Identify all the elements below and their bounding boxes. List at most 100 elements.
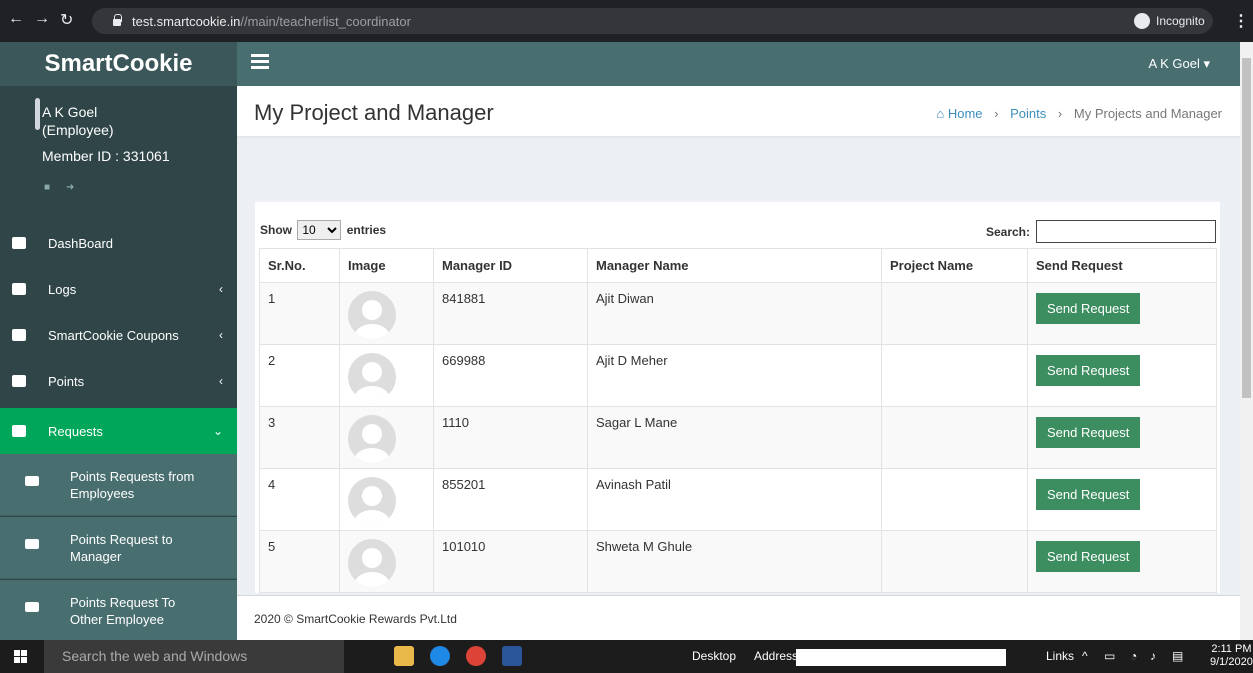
manager-table: Sr.No. Image Manager ID Manager Name Pro… <box>259 248 1217 593</box>
project-name-cell <box>881 530 1028 593</box>
table-search: Search: <box>986 220 1216 243</box>
logout-icon[interactable]: ➜ <box>66 182 74 193</box>
notifications-icon[interactable]: ▤ <box>1172 649 1183 663</box>
home-icon[interactable]: ⌂ <box>936 106 947 121</box>
list-icon <box>12 283 26 295</box>
scrollbar-thumb[interactable] <box>1242 58 1251 398</box>
column-header[interactable]: Project Name <box>881 248 1028 283</box>
page-title: My Project and Manager <box>254 100 494 125</box>
briefcase-icon <box>12 375 26 387</box>
volume-icon[interactable]: ♪ <box>1150 649 1156 663</box>
top-navbar: A K Goel ▾ <box>237 42 1240 86</box>
hamburger-menu-icon[interactable] <box>251 54 269 70</box>
search-input[interactable] <box>1036 220 1216 243</box>
copyright-text: 2020 © SmartCookie Rewards Pvt.Ltd <box>254 612 457 626</box>
manager-avatar <box>348 477 396 525</box>
sr-no-cell: 5 <box>259 530 340 593</box>
column-header[interactable]: Send Request <box>1027 248 1217 283</box>
taskbar-address-input[interactable] <box>796 649 1006 666</box>
links-toolbar-label[interactable]: Links <box>1046 649 1074 663</box>
manager-id-cell: 101010 <box>433 530 588 593</box>
sidebar-item-dashboard[interactable]: DashBoard <box>0 220 237 266</box>
sidebar-subitem-requests-from-employees[interactable]: Points Requests from Employees <box>0 454 237 516</box>
manager-name-cell: Shweta M Ghule <box>587 530 882 593</box>
sidebar: A K Goel (Employee) Member ID : 331061 ■… <box>0 86 237 640</box>
manager-avatar <box>348 415 396 463</box>
sr-no-cell: 2 <box>259 344 340 407</box>
table-row: 2 669988 Ajit D Meher Send Request <box>259 344 1217 407</box>
sr-no-cell: 1 <box>259 282 340 345</box>
system-clock[interactable]: 2:11 PM 9/1/2020 <box>1210 643 1253 669</box>
user-menu-dropdown[interactable]: A K Goel ▾ <box>1149 56 1210 72</box>
lock-icon <box>112 14 122 26</box>
column-header[interactable]: Image <box>339 248 434 283</box>
project-name-cell <box>881 468 1028 531</box>
chevron-down-icon: ⌄ <box>212 424 223 438</box>
windows-start-icon[interactable] <box>14 650 28 664</box>
column-header[interactable]: Manager Name <box>587 248 882 283</box>
table-header-row: Sr.No. Image Manager ID Manager Name Pro… <box>259 248 1217 283</box>
taskbar-search-input[interactable]: Search the web and Windows <box>44 640 344 673</box>
chevron-up-icon[interactable]: ^ <box>1082 649 1088 663</box>
send-request-button[interactable]: Send Request <box>1036 355 1141 386</box>
breadcrumb-home[interactable]: Home <box>948 106 983 121</box>
manager-id-cell: 1110 <box>433 406 588 469</box>
breadcrumb-points[interactable]: Points <box>1010 106 1046 121</box>
incognito-badge[interactable]: Incognito <box>1130 10 1213 32</box>
manager-name-cell: Avinash Patil <box>587 468 882 531</box>
browser-menu-icon[interactable]: ⋮ <box>1233 11 1249 31</box>
send-request-cell: Send Request <box>1027 282 1217 345</box>
manager-avatar <box>348 353 396 401</box>
manager-id-cell: 841881 <box>433 282 588 345</box>
sidebar-item-coupons[interactable]: SmartCookie Coupons ‹ <box>0 312 237 358</box>
send-request-button[interactable]: Send Request <box>1036 479 1141 510</box>
sidebar-subitem-request-to-manager[interactable]: Points Request to Manager <box>0 517 237 579</box>
member-id: Member ID : 331061 <box>42 148 170 164</box>
chrome-browser-icon[interactable] <box>466 646 486 666</box>
breadcrumb: ⌂ Home › Points › My Projects and Manage… <box>936 106 1222 121</box>
users-icon <box>25 476 39 486</box>
address-toolbar-label: Address <box>754 649 799 663</box>
entries-select[interactable]: 10 <box>297 220 342 240</box>
file-explorer-icon[interactable] <box>394 646 414 666</box>
manager-name-cell: Sagar L Mane <box>587 406 882 469</box>
sidebar-item-requests[interactable]: Requests ⌄ <box>0 408 237 454</box>
edge-browser-icon[interactable] <box>430 646 450 666</box>
send-request-button[interactable]: Send Request <box>1036 541 1141 572</box>
file-icon <box>12 329 26 341</box>
manager-table-box: Show 10 entries Search: Sr.No. Image Man… <box>255 199 1220 593</box>
user-icon[interactable]: ■ <box>44 182 50 193</box>
table-row: 1 841881 Ajit Diwan Send Request <box>259 282 1217 345</box>
send-request-button[interactable]: Send Request <box>1036 293 1141 324</box>
reload-icon[interactable]: ↻ <box>60 10 73 30</box>
network-icon[interactable]: ▭ <box>1104 649 1115 663</box>
manager-name-cell: Ajit D Meher <box>587 344 882 407</box>
incognito-icon <box>1134 13 1150 29</box>
image-cell <box>339 468 434 531</box>
sidebar-subitem-request-to-other-employee[interactable]: Points Request To Other Employee <box>0 580 237 640</box>
sr-no-cell: 4 <box>259 468 340 531</box>
send-request-button[interactable]: Send Request <box>1036 417 1141 448</box>
sidebar-item-logs[interactable]: Logs ‹ <box>0 266 237 312</box>
image-cell <box>339 344 434 407</box>
windows-taskbar: Search the web and Windows Desktop Addre… <box>0 640 1253 673</box>
image-cell <box>339 530 434 593</box>
word-app-icon[interactable] <box>502 646 522 666</box>
image-cell <box>339 282 434 345</box>
send-request-cell: Send Request <box>1027 468 1217 531</box>
browser-toolbar: ← → ↻ test.smartcookie.in//main/teacherl… <box>0 0 1253 42</box>
back-arrow-icon[interactable]: ← <box>8 10 24 28</box>
send-request-cell: Send Request <box>1027 530 1217 593</box>
sidebar-item-points[interactable]: Points ‹ <box>0 358 237 404</box>
page-scrollbar[interactable] <box>1240 42 1253 640</box>
app-logo[interactable]: SmartCookie <box>0 42 237 86</box>
project-name-cell <box>881 406 1028 469</box>
avatar <box>35 98 40 130</box>
column-header[interactable]: Sr.No. <box>259 248 340 283</box>
user-panel: A K Goel (Employee) Member ID : 331061 ■… <box>0 86 237 216</box>
forward-arrow-icon[interactable]: → <box>34 10 50 28</box>
wifi-icon[interactable]: ◔ <box>1130 649 1137 663</box>
column-header[interactable]: Manager ID <box>433 248 588 283</box>
address-bar[interactable]: test.smartcookie.in//main/teacherlist_co… <box>92 8 1212 34</box>
desktop-toolbar-label[interactable]: Desktop <box>692 649 736 663</box>
